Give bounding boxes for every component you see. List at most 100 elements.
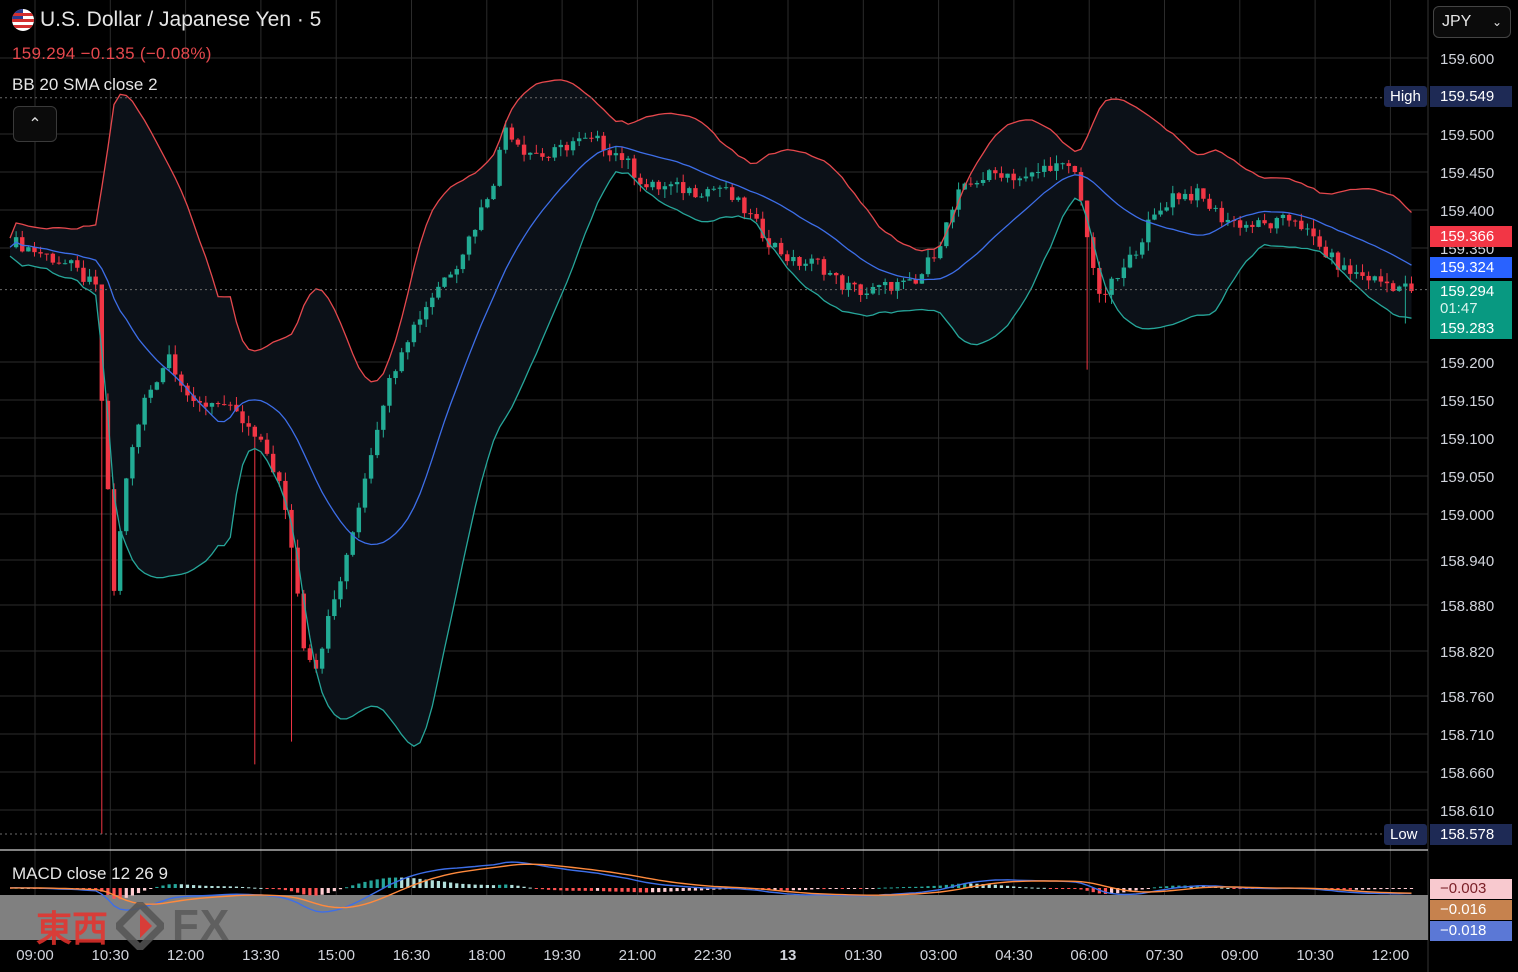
candle-body xyxy=(1299,220,1304,230)
candle-body xyxy=(1115,278,1120,280)
macd-histogram-bar xyxy=(614,888,618,892)
macd-histogram-bar xyxy=(1134,888,1138,891)
candle-body xyxy=(1372,276,1377,281)
time-tick-label: 04:30 xyxy=(995,947,1033,964)
watermark-fx: FX xyxy=(172,901,231,950)
candle-body xyxy=(974,182,980,185)
macd-histogram-bar xyxy=(130,888,134,896)
macd-histogram-bar xyxy=(1391,888,1395,889)
candle-body xyxy=(136,424,141,448)
price-tag: −0.018 xyxy=(1430,921,1512,941)
candle-body xyxy=(399,352,404,372)
macd-histogram-bar xyxy=(1165,886,1169,888)
price-tick-label: 159.400 xyxy=(1440,203,1494,220)
price-tag: 159.283 xyxy=(1430,318,1512,339)
macd-histogram-bar xyxy=(1005,885,1010,888)
macd-histogram-bar xyxy=(1012,886,1016,888)
price-chart[interactable]: 159.600159.500159.450159.400159.350159.2… xyxy=(0,0,1518,972)
macd-histogram-bar xyxy=(1226,887,1230,889)
broker-watermark-logo: 東西 FX xyxy=(36,900,230,952)
candle-body xyxy=(1005,173,1010,178)
candle-body xyxy=(430,297,435,308)
candle-body xyxy=(1397,286,1402,291)
candle-body xyxy=(38,252,43,254)
collapse-indicators-button[interactable]: ⌃ xyxy=(13,106,57,142)
macd-histogram-bar xyxy=(828,888,832,889)
price-axis[interactable]: 159.600159.500159.450159.400159.350159.2… xyxy=(1440,51,1494,820)
candle-body xyxy=(1140,242,1145,255)
candle-body xyxy=(173,354,178,375)
candle-body xyxy=(87,276,92,282)
candle-body xyxy=(674,182,680,185)
macd-histogram-bar xyxy=(516,885,520,888)
candle-body xyxy=(1072,165,1078,173)
symbol-title[interactable]: U.S. Dollar / Japanese Yen · 5 xyxy=(12,8,321,32)
macd-histogram-bar xyxy=(791,888,795,891)
macd-histogram-bar xyxy=(198,885,202,888)
candle-body xyxy=(75,260,80,268)
candle-body xyxy=(552,147,557,158)
candle-body xyxy=(693,188,698,198)
candle-body xyxy=(160,368,166,383)
time-tick-label: 01:30 xyxy=(845,947,883,964)
candle-body xyxy=(809,258,814,264)
macd-histogram-bar xyxy=(1030,887,1034,889)
candle-body xyxy=(632,158,637,178)
macd-histogram-bar xyxy=(259,887,263,889)
macd-histogram-bar xyxy=(993,884,997,888)
chevron-down-icon: ⌄ xyxy=(1491,15,1502,29)
price-tick-label: 159.500 xyxy=(1440,127,1494,144)
candle-body xyxy=(448,274,453,278)
macd-histogram-bar xyxy=(871,888,875,889)
macd-histogram-bar xyxy=(1158,886,1163,888)
candle-body xyxy=(717,187,723,189)
macd-histogram-bar xyxy=(1067,888,1071,889)
candle-body xyxy=(729,187,735,200)
macd-histogram-bar xyxy=(234,886,239,888)
candle-body xyxy=(821,259,827,275)
bollinger-indicator-label[interactable]: BB 20 SMA close 2 xyxy=(12,75,158,95)
candle-body xyxy=(1366,275,1371,281)
price-tick-label: 159.000 xyxy=(1440,507,1494,524)
macd-histogram-bar xyxy=(314,888,318,896)
time-tick-label: 12:00 xyxy=(1372,947,1410,964)
candle-body xyxy=(252,426,257,437)
candle-body xyxy=(1305,228,1310,230)
macd-histogram-bar xyxy=(651,888,655,893)
candle-body xyxy=(613,153,619,156)
candle-body xyxy=(62,263,68,265)
candle-body xyxy=(528,152,533,155)
macd-histogram-bar xyxy=(779,888,783,891)
macd-histogram-bar xyxy=(479,884,483,888)
price-tick-label: 158.820 xyxy=(1440,644,1494,661)
macd-histogram-bar xyxy=(1024,887,1028,889)
candle-body xyxy=(460,254,466,270)
price-quote: 159.294 −0.135 (−0.08%) xyxy=(12,44,212,63)
candle-body xyxy=(576,138,582,142)
macd-histogram-bar xyxy=(693,888,698,891)
macd-histogram-bar xyxy=(436,880,440,888)
candle-body xyxy=(1029,172,1035,177)
candle-body xyxy=(466,236,472,255)
macd-histogram-bar xyxy=(192,885,196,888)
candle-body xyxy=(1023,176,1029,179)
macd-histogram-bar xyxy=(883,887,887,889)
candle-body xyxy=(222,404,227,406)
macd-histogram-bar xyxy=(449,882,453,888)
price-tag: 158.578 xyxy=(1430,824,1512,845)
candle-body xyxy=(411,324,417,343)
candle-body xyxy=(827,272,833,275)
currency-select[interactable]: JPY ⌄ xyxy=(1433,6,1511,38)
macd-histogram-bar xyxy=(302,888,306,895)
macd-histogram-bar xyxy=(381,878,385,888)
candle-body xyxy=(1256,220,1261,227)
candle-body xyxy=(362,478,368,508)
candle-body xyxy=(264,439,270,454)
candle-body xyxy=(117,531,123,591)
candle-body xyxy=(56,262,62,264)
macd-indicator-label[interactable]: MACD close 12 26 9 xyxy=(12,864,168,884)
candle-body xyxy=(50,253,56,263)
macd-histogram-bar xyxy=(357,883,361,888)
candle-body xyxy=(356,507,362,533)
macd-histogram-bar xyxy=(669,888,673,892)
